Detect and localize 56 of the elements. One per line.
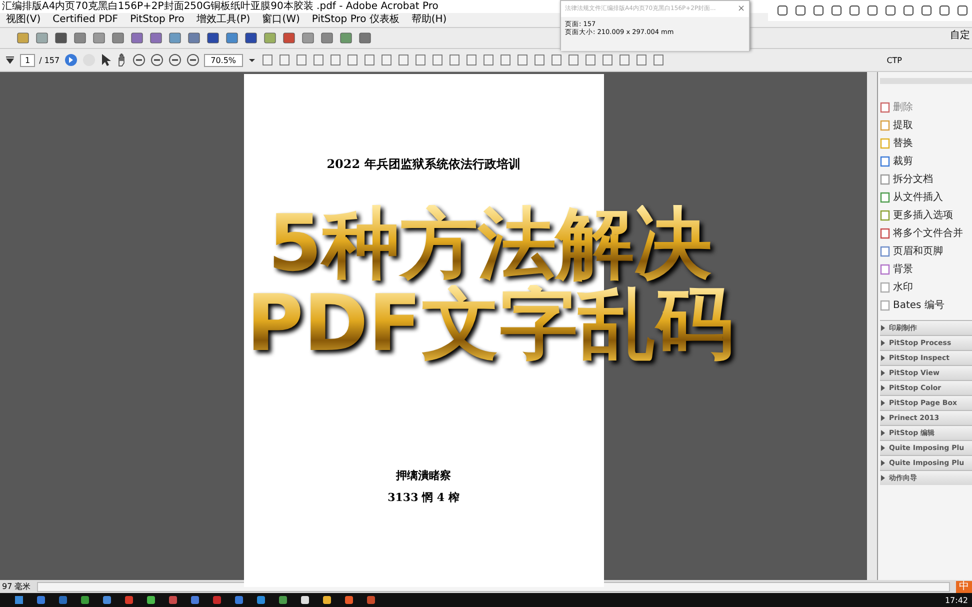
panel-item[interactable]: 裁剪 xyxy=(880,152,972,170)
page-icon[interactable] xyxy=(516,53,530,67)
next-page-icon[interactable] xyxy=(64,53,78,67)
panel-item[interactable]: 背景 xyxy=(880,260,972,278)
clock: 17:42 xyxy=(944,596,968,604)
app-icon[interactable] xyxy=(146,595,156,605)
triangle-icon xyxy=(880,370,886,376)
triangle-icon xyxy=(880,430,886,436)
zoom-out-icon[interactable] xyxy=(132,53,146,67)
page-icon[interactable] xyxy=(312,53,326,67)
page-icon[interactable] xyxy=(295,53,308,67)
triangle-icon xyxy=(880,325,886,331)
triangle-icon xyxy=(880,415,886,421)
triangle-icon xyxy=(880,355,886,361)
close-button[interactable]: × xyxy=(737,4,745,14)
triangle-icon xyxy=(880,400,886,406)
zoom-field[interactable]: 70.5% xyxy=(204,54,244,66)
panel-item[interactable]: 页眉和页脚 xyxy=(880,242,972,260)
panel-item[interactable]: 从文件插入 xyxy=(880,188,972,206)
panel-item[interactable]: Bates 编号 xyxy=(880,296,972,314)
triangle-icon xyxy=(880,340,886,346)
page-count: / 157 xyxy=(39,56,60,64)
menu-item[interactable]: 增效工具(P) xyxy=(196,13,250,27)
menu-item[interactable]: 窗口(W) xyxy=(262,13,300,27)
app-icon[interactable] xyxy=(322,595,332,605)
menu-item[interactable]: PitStop Pro xyxy=(130,13,184,27)
page-icon[interactable] xyxy=(278,53,292,67)
minus-icon[interactable] xyxy=(168,53,182,67)
start-icon[interactable] xyxy=(14,595,24,605)
menu-item[interactable]: 帮助(H) xyxy=(411,13,447,27)
panel-item[interactable]: 将多个文件合并 xyxy=(880,224,972,242)
triangle-icon xyxy=(880,475,886,481)
panel-item[interactable]: 水印 xyxy=(880,278,972,296)
menu-item[interactable]: PitStop Pro 仪表板 xyxy=(312,13,400,27)
page-heading: 2022 年兵团监狱系统依法行政培训 xyxy=(326,156,520,173)
panel-item[interactable]: 拆分文档 xyxy=(880,170,972,188)
panel-item[interactable]: 替换 xyxy=(880,134,972,152)
page-footer-text: 押缡潰睹察 xyxy=(394,468,452,484)
page-icon[interactable] xyxy=(397,53,410,67)
customize-label[interactable]: 自定 xyxy=(950,28,970,42)
measure-readout: 97 毫米 xyxy=(2,581,31,592)
panel-item[interactable]: 提取 xyxy=(880,116,972,134)
panel-item[interactable]: 更多插入选项 xyxy=(880,206,972,224)
first-page-icon[interactable] xyxy=(4,54,16,66)
app-icon[interactable] xyxy=(300,595,310,605)
menu-item[interactable]: 视图(V) xyxy=(6,13,41,27)
toolbar-label: CTP xyxy=(886,56,902,64)
triangle-icon xyxy=(880,385,886,391)
select-cursor-icon[interactable] xyxy=(100,53,112,67)
triangle-icon xyxy=(880,460,886,466)
vertical-scrollbar[interactable] xyxy=(867,72,877,580)
menu-item[interactable]: Certified PDF xyxy=(52,13,118,27)
window-title: 汇编排版A4内页70克黑白156P+2P封面250G铜板纸叶亚膜90本胶装 .pdf - Adobe Acrobat Pro xyxy=(2,1,438,12)
page-footer-text: 3133 惘 4 榨 xyxy=(388,490,460,506)
page-number-field[interactable]: 1 xyxy=(20,54,36,66)
triangle-icon xyxy=(880,445,886,451)
